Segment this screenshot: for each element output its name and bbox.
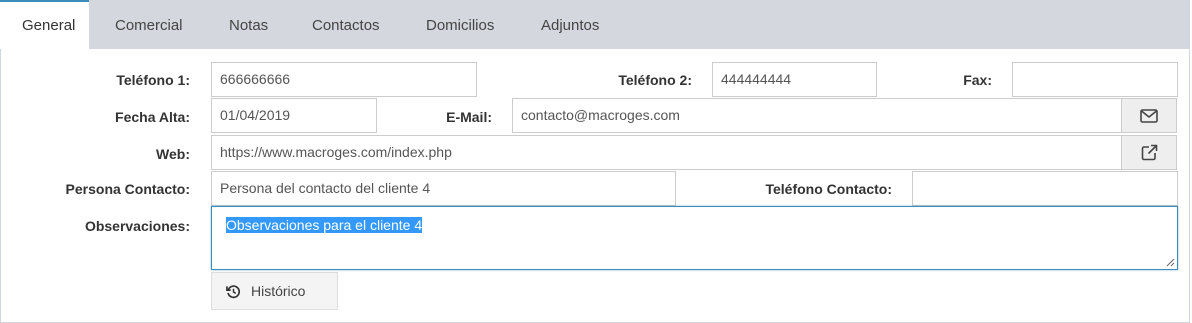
tab-domicilios[interactable]: Domicilios: [404, 0, 516, 49]
send-email-button[interactable]: [1121, 98, 1177, 133]
observaciones-label: Observaciones:: [84, 218, 190, 234]
telefono-contacto-input[interactable]: [912, 171, 1178, 206]
telefono1-label: Teléfono 1:: [116, 72, 190, 88]
tab-notas[interactable]: Notas: [207, 0, 290, 49]
historico-label: Histórico: [251, 283, 306, 299]
tab-label: Contactos: [312, 17, 380, 34]
history-icon: [226, 284, 241, 298]
web-label: Web:: [156, 146, 190, 162]
tab-label: Domicilios: [426, 17, 495, 34]
tab-label: General: [22, 17, 76, 34]
resize-grip-icon[interactable]: [1165, 257, 1175, 267]
tab-bar: General Comercial Notas Contactos Domici…: [0, 0, 1190, 49]
telefono2-input[interactable]: 444444444: [712, 62, 877, 97]
tab-label: Notas: [229, 17, 269, 34]
tab-label: Comercial: [115, 17, 183, 34]
tab-contactos[interactable]: Contactos: [290, 0, 402, 49]
email-label: E-Mail:: [446, 109, 492, 125]
observaciones-text: Observaciones para el cliente 4: [226, 217, 423, 233]
persona-contacto-input[interactable]: Persona del contacto del cliente 4: [211, 171, 676, 206]
email-input[interactable]: contacto@macroges.com: [512, 98, 1123, 133]
tab-label: Adjuntos: [541, 17, 600, 34]
tab-general[interactable]: General: [0, 0, 89, 49]
open-web-button[interactable]: [1121, 135, 1177, 170]
historico-button[interactable]: Histórico: [211, 272, 338, 310]
tab-comercial[interactable]: Comercial: [93, 0, 205, 49]
telefono1-input[interactable]: 666666666: [211, 62, 477, 97]
web-input[interactable]: https://www.macroges.com/index.php: [211, 135, 1123, 170]
telefono2-label: Teléfono 2:: [618, 72, 692, 88]
fax-input[interactable]: [1012, 62, 1178, 97]
observaciones-textarea[interactable]: Observaciones para el cliente 4: [211, 206, 1178, 270]
fecha-alta-input[interactable]: 01/04/2019: [211, 98, 377, 133]
external-link-icon: [1141, 144, 1157, 161]
persona-contacto-label: Persona Contacto:: [65, 181, 190, 197]
envelope-icon: [1140, 108, 1158, 123]
fecha-alta-label: Fecha Alta:: [115, 109, 190, 125]
tab-adjuntos[interactable]: Adjuntos: [519, 0, 621, 49]
fax-label: Fax:: [963, 72, 992, 88]
telefono-contacto-label: Teléfono Contacto:: [765, 181, 892, 197]
